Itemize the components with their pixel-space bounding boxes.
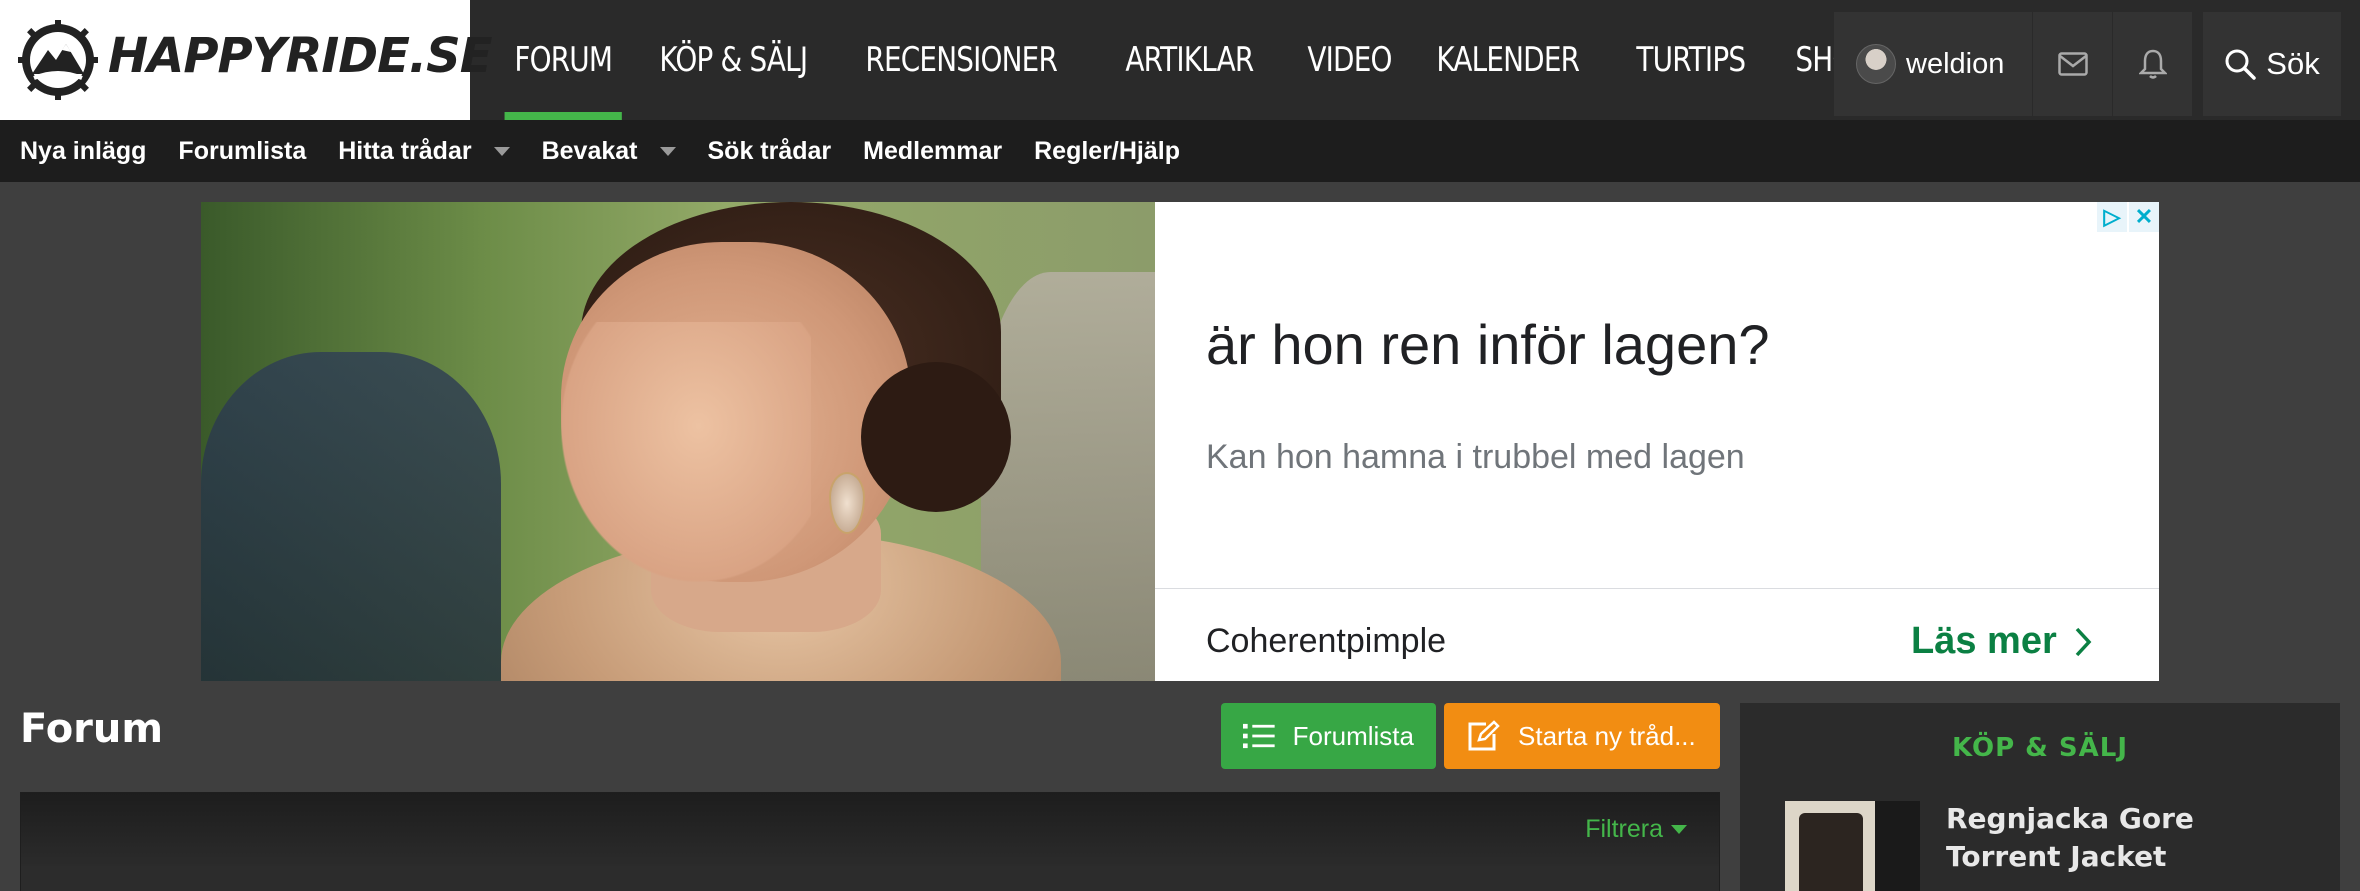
- forum-panel: Filtrera: [20, 792, 1720, 891]
- chevron-down-icon: [1671, 825, 1687, 834]
- subnav-bevakat[interactable]: Bevakat: [542, 137, 676, 166]
- sidebar-title[interactable]: KÖP & SÄLJ: [1740, 733, 2340, 763]
- forumlist-button[interactable]: Forumlista: [1221, 703, 1436, 769]
- ad-headline[interactable]: är hon ren inför lagen?: [1206, 312, 1770, 377]
- logo-text: HAPPYRIDE.SE: [108, 28, 492, 84]
- nav-recensioner[interactable]: RECENSIONER: [849, 0, 1073, 120]
- panel-header: Filtrera: [21, 793, 1719, 866]
- subnav-label: Sök trådar: [707, 136, 832, 165]
- account-button[interactable]: weldion: [1834, 12, 2032, 116]
- subnav-forumlista[interactable]: Forumlista: [178, 137, 306, 166]
- ad-subtext: Kan hon hamna i trubbel med lagen: [1206, 438, 1745, 476]
- search-button[interactable]: Sök: [2203, 12, 2341, 116]
- user-menu: weldion: [1834, 12, 2192, 116]
- chevron-right-icon: [2075, 627, 2092, 656]
- subnav-label: Nya inlägg: [20, 136, 147, 165]
- ad-image[interactable]: [201, 202, 1155, 681]
- subnav-label: Medlemmar: [863, 136, 1003, 165]
- page-title: Forum: [20, 706, 164, 752]
- search-icon: [2225, 49, 2257, 80]
- avatar: [1856, 44, 1896, 84]
- sidebar-kop-salj: KÖP & SÄLJ Regnjacka Gore Torrent Jacket: [1740, 703, 2340, 891]
- advertisement[interactable]: är hon ren inför lagen? Kan hon hamna i …: [201, 202, 2159, 681]
- subnav-hitta-tradar[interactable]: Hitta trådar: [338, 136, 510, 166]
- listing-thumbnail[interactable]: [1785, 801, 1920, 891]
- ad-badges: ▷ ✕: [2095, 202, 2159, 232]
- subnav-label: Bevakat: [541, 136, 638, 165]
- nav-artiklar[interactable]: ARTIKLAR: [1109, 0, 1270, 120]
- top-bar: HAPPYRIDE.SE FORUM KÖP & SÄLJ RECENSIONE…: [0, 0, 2360, 120]
- inbox-button[interactable]: [2032, 12, 2112, 116]
- search-label: Sök: [2266, 46, 2320, 81]
- close-icon[interactable]: ✕: [2129, 202, 2159, 232]
- subnav-sok-tradar[interactable]: Sök trådar: [708, 137, 832, 166]
- envelope-icon: [2057, 52, 2088, 76]
- forumlist-label: Forumlista: [1292, 720, 1414, 751]
- adchoices-icon[interactable]: ▷: [2097, 202, 2127, 232]
- ad-cta-label: Läs mer: [1911, 620, 2057, 662]
- main-nav: FORUM KÖP & SÄLJ RECENSIONER ARTIKLAR VI…: [498, 0, 1895, 120]
- nav-video[interactable]: VIDEO: [1291, 0, 1408, 120]
- list-icon: [1243, 723, 1275, 749]
- filter-button[interactable]: Filtrera: [1585, 815, 1687, 844]
- chevron-down-icon[interactable]: [493, 146, 510, 156]
- nav-kalender[interactable]: KALENDER: [1420, 0, 1596, 120]
- ad-divider: [1155, 588, 2159, 589]
- alerts-button[interactable]: [2112, 12, 2192, 116]
- subnav-medlemmar[interactable]: Medlemmar: [863, 137, 1002, 166]
- subnav-label: Hitta trådar: [338, 136, 472, 165]
- filter-label: Filtrera: [1585, 815, 1663, 843]
- site-logo[interactable]: HAPPYRIDE.SE: [0, 0, 492, 120]
- bell-icon: [2138, 49, 2167, 79]
- logo-mountain-icon: [18, 20, 98, 100]
- ad-advertiser: Coherentpimple: [1206, 622, 1447, 660]
- nav-forum[interactable]: FORUM: [498, 0, 629, 120]
- listing-title[interactable]: Regnjacka Gore Torrent Jacket: [1946, 800, 2316, 876]
- new-thread-label: Starta ny tråd...: [1518, 720, 1696, 751]
- sub-nav: Nya inlägg Forumlista Hitta trådar Bevak…: [0, 120, 2360, 182]
- ad-cta-button[interactable]: Läs mer: [1911, 620, 2093, 663]
- subnav-label: Regler/Hjälp: [1034, 136, 1180, 165]
- subnav-regler-hjalp[interactable]: Regler/Hjälp: [1034, 137, 1180, 166]
- username: weldion: [1906, 47, 2005, 80]
- subnav-nya-inlagg[interactable]: Nya inlägg: [20, 137, 146, 166]
- edit-icon: [1468, 720, 1500, 751]
- nav-turtips[interactable]: TURTIPS: [1620, 0, 1762, 120]
- subnav-label: Forumlista: [178, 136, 307, 165]
- new-thread-button[interactable]: Starta ny tråd...: [1444, 703, 1720, 769]
- chevron-down-icon[interactable]: [659, 146, 676, 156]
- nav-kop-salj[interactable]: KÖP & SÄLJ: [643, 0, 824, 120]
